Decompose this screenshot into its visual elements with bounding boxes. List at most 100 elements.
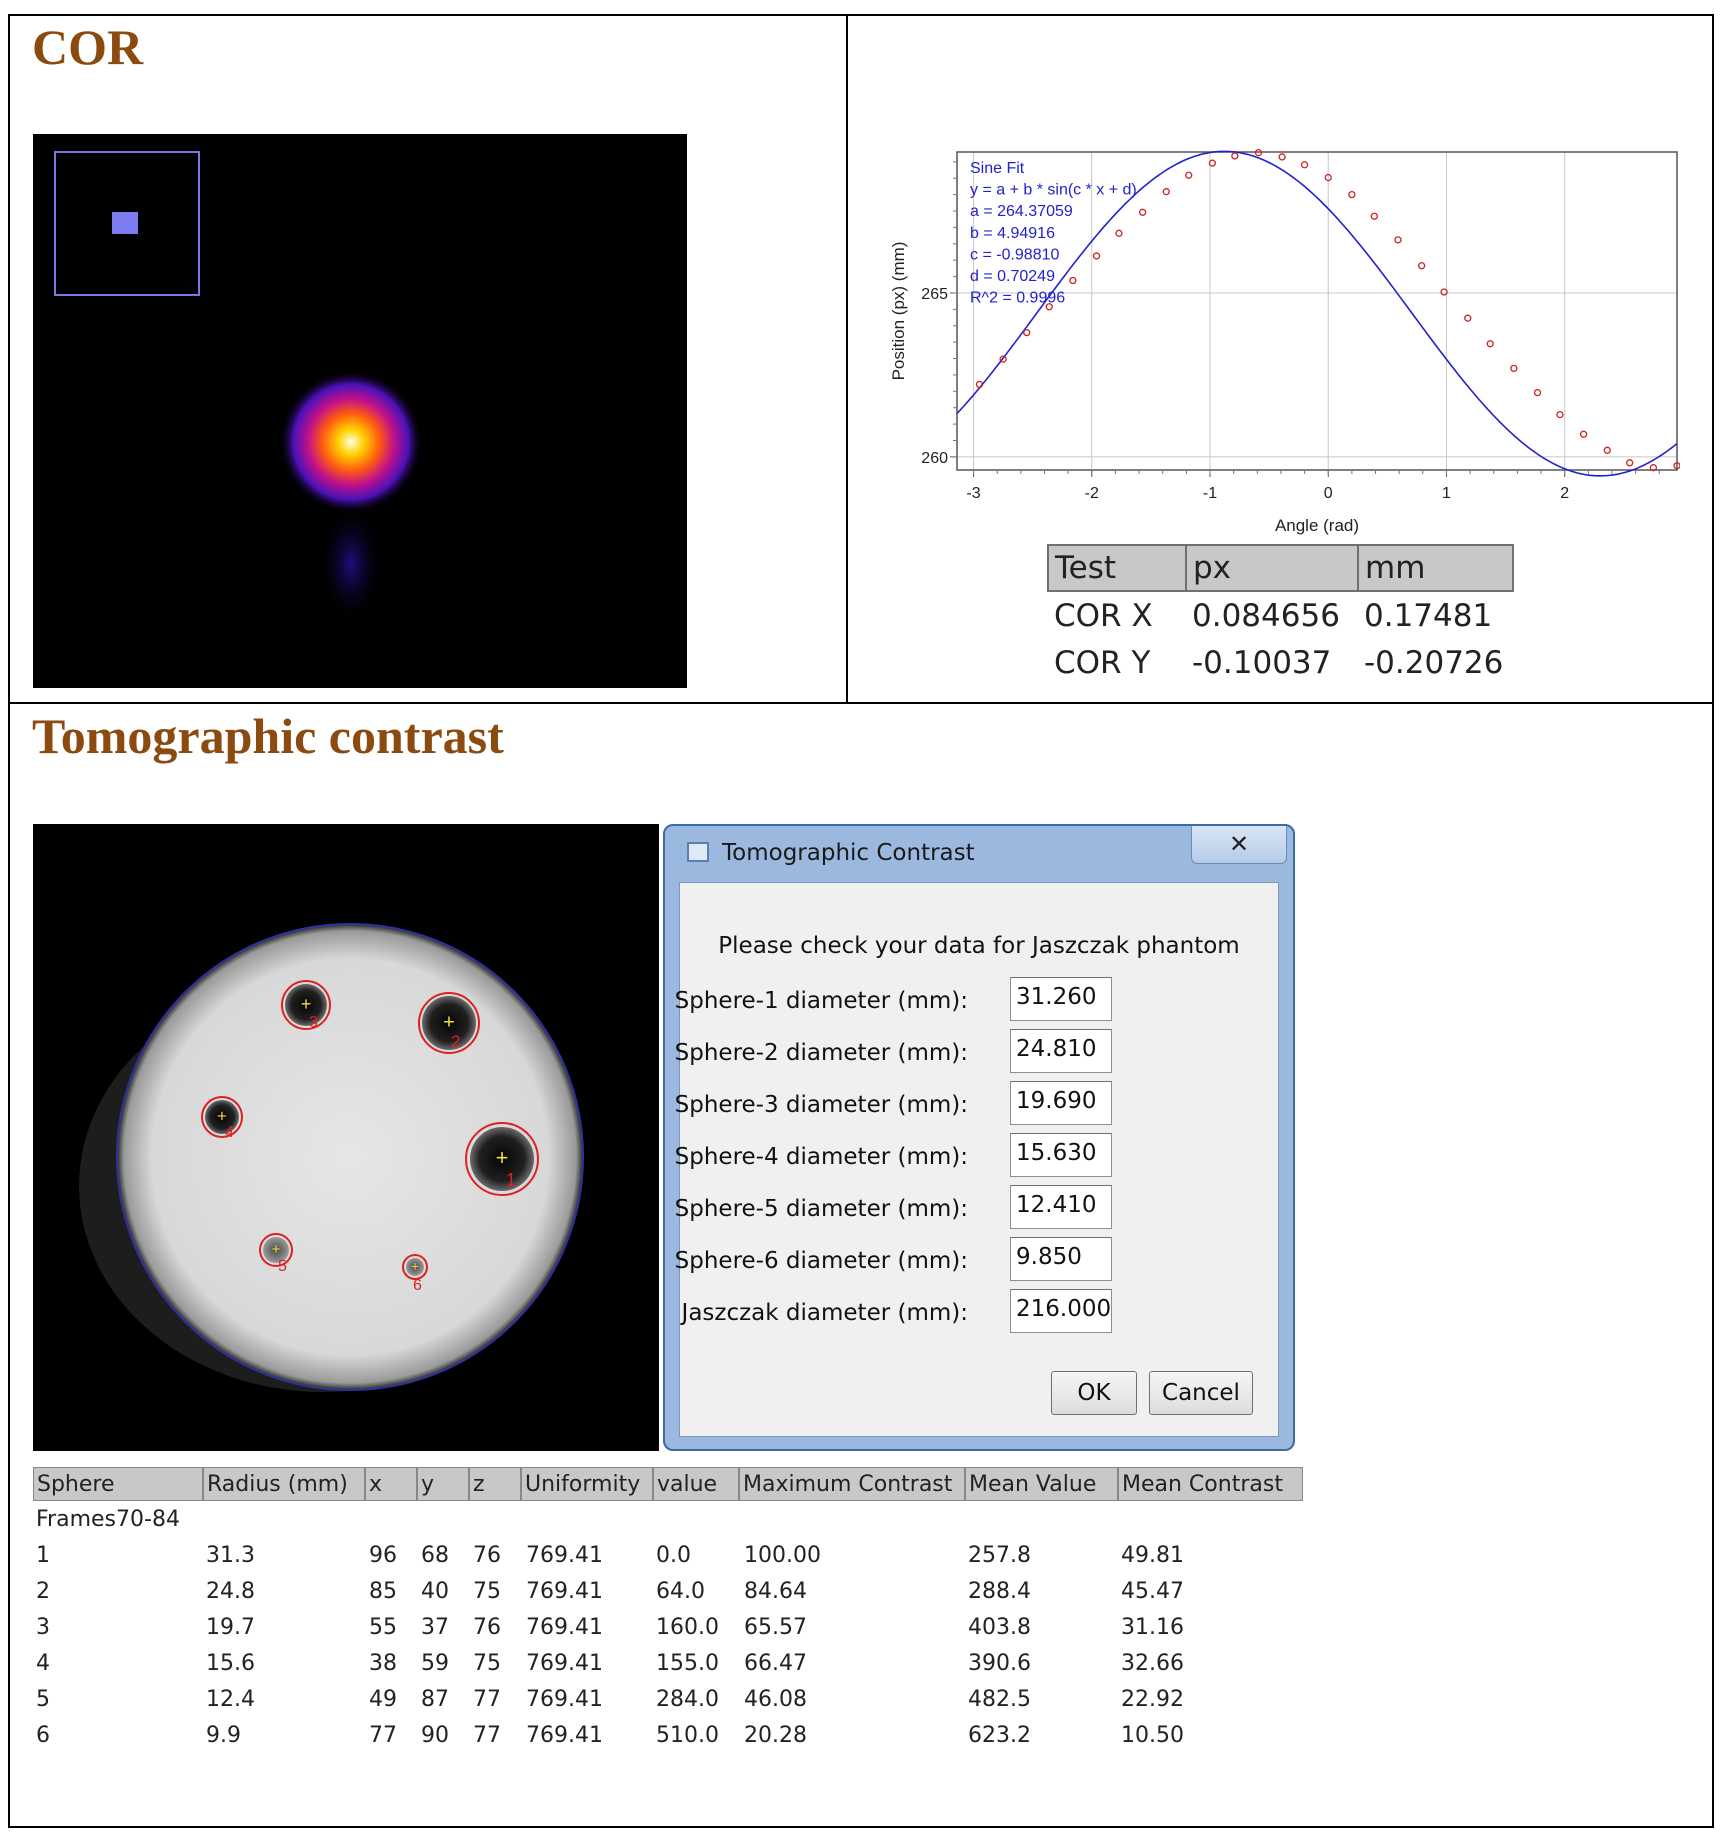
sphere-6-diameter-input[interactable]: 9.850: [1010, 1237, 1112, 1281]
table-cell: 32.66: [1121, 1651, 1184, 1676]
data-point: [1278, 153, 1286, 161]
table-cell: 22.92: [1121, 1687, 1184, 1712]
table-cell: 19.7: [206, 1615, 255, 1640]
table-cell: 31.3: [206, 1543, 255, 1568]
table-cell: 90: [421, 1723, 449, 1748]
table-cell: 77: [473, 1687, 501, 1712]
section-divider: [8, 702, 1714, 704]
data-point: [1626, 459, 1634, 467]
cor-cell: -0.20726: [1364, 644, 1504, 681]
table-cell: 49.81: [1121, 1543, 1184, 1568]
close-button[interactable]: ✕: [1191, 826, 1287, 864]
y-tick-label: 265: [921, 286, 948, 303]
sphere-3-field-row: Sphere-3 diameter (mm): 19.690: [675, 1081, 1278, 1127]
table-cell: 10.50: [1121, 1723, 1184, 1748]
table-row: 2 24.8 85 40 75 769.41 64.0 84.64 288.4 45.47: [33, 1575, 1303, 1611]
cancel-button[interactable]: Cancel: [1149, 1371, 1253, 1415]
table-cell: 31.16: [1121, 1615, 1184, 1640]
field-label: Sphere-6 diameter (mm):: [674, 1248, 968, 1274]
table-cell: 100.00: [744, 1543, 821, 1568]
cor-header-test: Test: [1047, 544, 1187, 592]
sphere-label: 3: [309, 1014, 318, 1031]
ok-button[interactable]: OK: [1051, 1371, 1137, 1415]
jaszczak-diameter-input[interactable]: 216.000: [1010, 1289, 1112, 1333]
cor-cell: COR Y: [1054, 644, 1151, 681]
legend-line: y = a + b * sin(c * x + d): [970, 182, 1137, 199]
table-cell: 482.5: [968, 1687, 1031, 1712]
table-cell: 0.0: [656, 1543, 691, 1568]
dialog-message: Please check your data for Jaszczak phan…: [718, 933, 1240, 959]
legend-line: d = 0.70249: [970, 268, 1055, 285]
table-cell: 403.8: [968, 1615, 1031, 1640]
table-cell: 15.6: [206, 1651, 255, 1676]
sphere-label: 4: [225, 1124, 234, 1141]
col-header: Uniformity: [521, 1467, 653, 1501]
table-cell: 77: [473, 1723, 501, 1748]
table-cell: 87: [421, 1687, 449, 1712]
cor-cell: 0.084656: [1192, 597, 1340, 634]
data-point: [1231, 152, 1239, 160]
table-cell: 96: [369, 1543, 397, 1568]
legend-line: R^2 = 0.9996: [970, 290, 1065, 307]
phantom-slice-image: + 1 + 2 + 3 + 4 + 5 + 6: [33, 824, 659, 1451]
table-cell: 76: [473, 1615, 501, 1640]
crosshair-icon: +: [301, 994, 312, 1014]
y-axis-label: Position (px) (mm): [889, 242, 908, 381]
table-cell: 9.9: [206, 1723, 241, 1748]
sphere-5-diameter-input[interactable]: 12.410: [1010, 1185, 1112, 1229]
table-cell: 1: [36, 1543, 50, 1568]
table-row: 5 12.4 49 87 77 769.41 284.0 46.08 482.5 22.92: [33, 1683, 1303, 1719]
source-tail: [319, 504, 383, 624]
results-header: Sphere Radius (mm) x y z Uniformity valu…: [33, 1467, 1303, 1501]
sphere-3-diameter-input[interactable]: 19.690: [1010, 1081, 1112, 1125]
crosshair-icon: +: [217, 1106, 227, 1125]
sphere-1-diameter-input[interactable]: 31.260: [1010, 977, 1112, 1021]
cor-cell: COR X: [1054, 597, 1153, 634]
sphere-6-field-row: Sphere-6 diameter (mm): 9.850: [675, 1237, 1278, 1283]
crosshair-icon: +: [496, 1145, 509, 1170]
window-icon: [687, 842, 709, 862]
table-cell: 769.41: [526, 1543, 603, 1568]
table-cell: 769.41: [526, 1723, 603, 1748]
x-tick-label: -1: [1203, 485, 1217, 502]
tomographic-contrast-heading: Tomographic contrast: [32, 708, 504, 764]
table-cell: 59: [421, 1651, 449, 1676]
data-point: [1370, 212, 1378, 220]
x-tick-label: -3: [966, 485, 980, 502]
cor-point-source-image: [33, 134, 687, 688]
table-cell: 45.47: [1121, 1579, 1184, 1604]
table-cell: 46.08: [744, 1687, 807, 1712]
x-tick-label: 1: [1442, 485, 1451, 502]
col-header: Maximum Contrast: [739, 1467, 965, 1501]
data-point: [1603, 446, 1611, 454]
sine-fit-chart: -3 -2 -1 0 1 2 260 265 Sine Fit y = a + b * sin(…: [889, 149, 1680, 535]
legend-line: a = 264.37059: [970, 203, 1073, 220]
cor-header-px: px: [1185, 544, 1359, 592]
point-source: [279, 370, 423, 514]
group-row: Frames70-84: [33, 1503, 1303, 1539]
table-cell: 155.0: [656, 1651, 719, 1676]
table-cell: 38: [369, 1651, 397, 1676]
cor-heading: COR: [32, 19, 144, 75]
cor-cell: 0.17481: [1364, 597, 1493, 634]
dialog-titlebar[interactable]: Tomographic Contrast ✕: [665, 826, 1293, 876]
x-axis-label: Angle (rad): [1275, 516, 1359, 535]
table-row: 6 9.9 77 90 77 769.41 510.0 20.28 623.2 10.50: [33, 1719, 1303, 1755]
y-tick-label: 260: [921, 450, 948, 467]
sphere-4-field-row: Sphere-4 diameter (mm): 15.630: [675, 1133, 1278, 1179]
sphere-2-diameter-input[interactable]: 24.810: [1010, 1029, 1112, 1073]
table-cell: 49: [369, 1687, 397, 1712]
field-label: Sphere-3 diameter (mm):: [674, 1092, 968, 1118]
dialog-title: Tomographic Contrast: [722, 840, 975, 866]
data-point: [1394, 236, 1402, 244]
col-header: z: [469, 1467, 521, 1501]
table-cell: 623.2: [968, 1723, 1031, 1748]
data-point: [1510, 364, 1518, 373]
col-header: x: [365, 1467, 417, 1501]
field-label: Sphere-5 diameter (mm):: [674, 1196, 968, 1222]
table-cell: 12.4: [206, 1687, 255, 1712]
table-cell: 68: [421, 1543, 449, 1568]
sphere-4-diameter-input[interactable]: 15.630: [1010, 1133, 1112, 1177]
col-header: Radius (mm): [203, 1467, 365, 1501]
table-cell: 6: [36, 1723, 50, 1748]
